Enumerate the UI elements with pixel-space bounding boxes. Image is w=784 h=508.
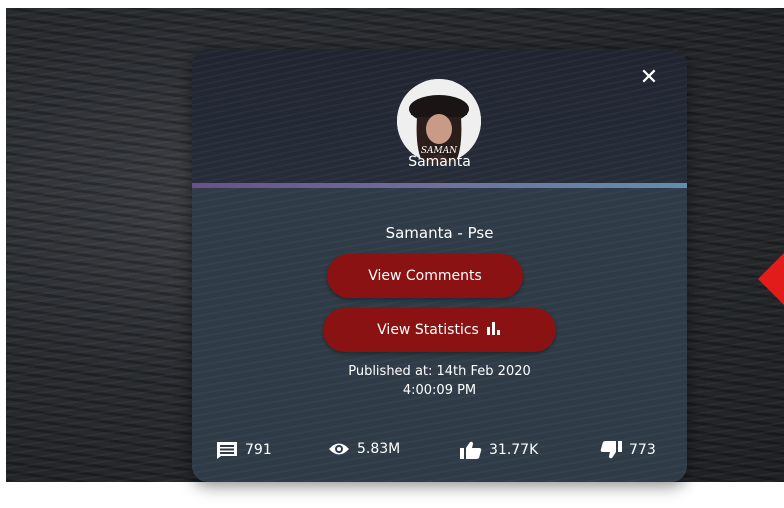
thumbs-up-icon (460, 441, 482, 459)
views-count: 5.83M (357, 441, 401, 457)
likes-stat: 31.77K (460, 441, 538, 459)
view-statistics-label: View Statistics (377, 322, 479, 338)
published-date-line: Published at: 14th Feb 2020 (348, 364, 531, 379)
views-stat: 5.83M (328, 441, 400, 457)
comments-stat: 791 (216, 441, 272, 459)
view-comments-label: View Comments (368, 268, 482, 284)
likes-count: 31.77K (489, 442, 539, 458)
comments-count: 791 (245, 442, 272, 458)
view-statistics-button[interactable]: View Statistics (323, 308, 556, 352)
avatar: SAMAN (397, 79, 481, 163)
eye-icon (328, 441, 350, 457)
dislikes-count: 773 (629, 442, 656, 458)
published-time-line: 4:00:09 PM (402, 383, 477, 398)
bar-chart-icon (486, 321, 502, 339)
view-comments-button[interactable]: View Comments (327, 254, 523, 298)
published-date: Published at: 14th Feb 2020 4:00:09 PM (192, 362, 687, 400)
channel-name: Samanta (408, 154, 471, 170)
thumbs-down-icon (600, 441, 622, 459)
background-image: ✕ SAMAN Samanta Samanta - Pse View Comme… (6, 8, 784, 482)
arrow-marker (758, 253, 784, 305)
comment-icon (216, 441, 238, 459)
video-title: Samanta - Pse (385, 224, 494, 242)
video-info-card: ✕ SAMAN Samanta Samanta - Pse View Comme… (192, 49, 687, 482)
stats-row: 791 5.83M 31.77K 773 (192, 441, 687, 465)
dislikes-stat: 773 (600, 441, 656, 459)
close-icon[interactable]: ✕ (637, 66, 661, 90)
